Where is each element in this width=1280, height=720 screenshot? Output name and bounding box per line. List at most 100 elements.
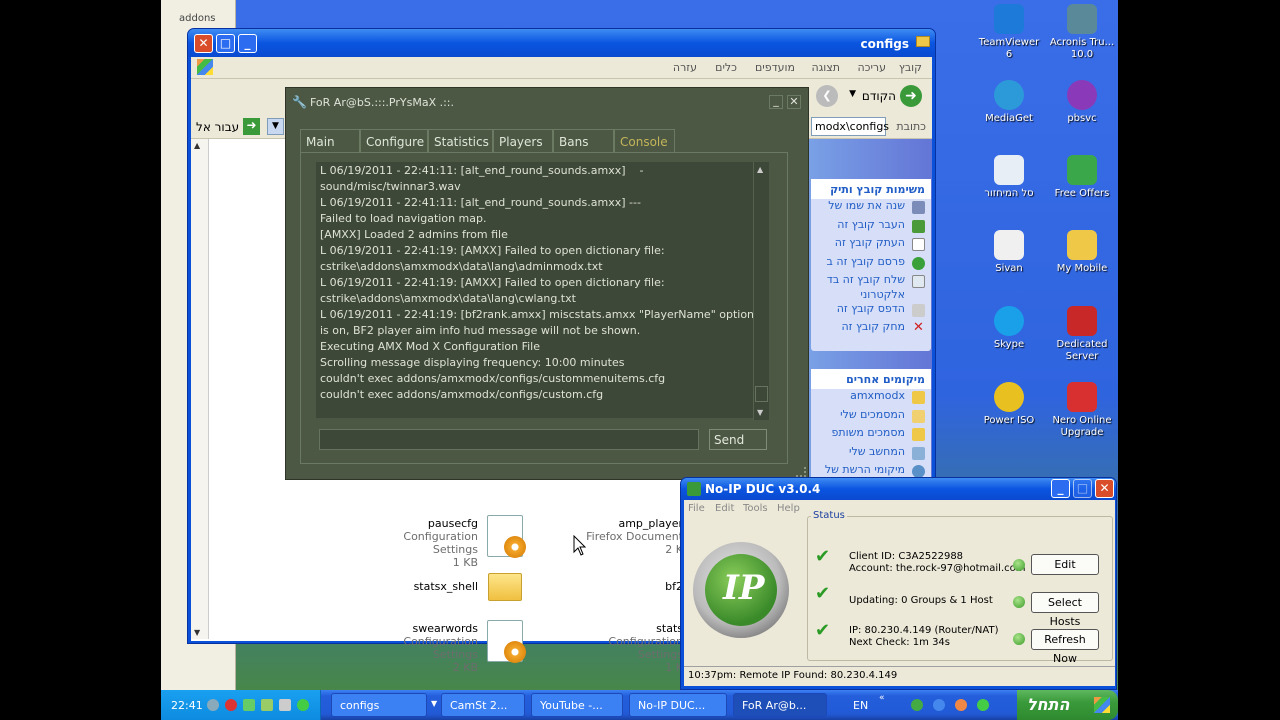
maximize-icon[interactable]: □ bbox=[216, 34, 235, 53]
task-print[interactable]: הדפס קובץ זה bbox=[811, 302, 931, 321]
file-amp-player[interactable]: amp_player Firefox Document 2 K bbox=[576, 517, 683, 556]
select-hosts-button[interactable]: Select Hosts bbox=[1031, 592, 1099, 628]
send-button[interactable]: Send bbox=[709, 429, 767, 450]
refresh-now-button[interactable]: Refresh Now bbox=[1031, 629, 1099, 665]
desktop-icon-sivan[interactable]: Sivan bbox=[975, 230, 1043, 275]
task-email-line2[interactable]: אלקטרוני bbox=[811, 288, 931, 302]
go-arrow-icon[interactable]: ➜ bbox=[243, 118, 260, 135]
desktop-icon-acronis[interactable]: Acronis Tru... 10.0 bbox=[1048, 4, 1116, 61]
back-button[interactable]: הקודם bbox=[862, 89, 896, 103]
taskbar-button-noip[interactable]: No-IP DUC... bbox=[629, 693, 727, 717]
firefox-icon[interactable] bbox=[955, 699, 967, 711]
menu-help[interactable]: עזרה bbox=[673, 61, 697, 74]
desktop-icon-teamviewer[interactable]: TeamViewer 6 bbox=[975, 4, 1043, 61]
tray-icon[interactable] bbox=[207, 699, 219, 711]
clock[interactable]: 22:41 bbox=[171, 699, 203, 712]
menu-view[interactable]: תצוגה bbox=[812, 61, 840, 74]
taskbar-button-console[interactable]: FoR Ar@b... bbox=[733, 693, 827, 717]
console-titlebar[interactable]: 🔧 FoR Ar@bS.:::.PrYsMaX .::. _ ✕ bbox=[286, 88, 808, 116]
tab-players[interactable]: Players bbox=[493, 129, 553, 153]
resize-grip-icon[interactable] bbox=[796, 467, 806, 477]
task-rename[interactable]: שנה את שמו של bbox=[811, 199, 931, 218]
vertical-scrollbar[interactable]: ▲ ▼ bbox=[191, 139, 209, 639]
other-places-heading[interactable]: מיקומים אחרים bbox=[811, 369, 931, 389]
back-arrow-icon[interactable]: ➜ bbox=[900, 85, 922, 107]
close-icon[interactable]: ✕ bbox=[787, 95, 801, 109]
menu-favorites[interactable]: מועדפים bbox=[755, 61, 795, 74]
tray-icon[interactable] bbox=[225, 699, 237, 711]
file-swearwords[interactable]: swearwords Configuration Settings 2 KB bbox=[371, 622, 478, 674]
explorer-titlebar[interactable]: ✕ □ _ configs bbox=[188, 29, 935, 57]
quicklaunch-icon[interactable] bbox=[977, 699, 989, 711]
taskbar-button-camstudio[interactable]: CamSt 2... bbox=[441, 693, 525, 717]
chevron-down-icon[interactable]: ▼ bbox=[267, 118, 284, 135]
menu-file[interactable]: File bbox=[688, 503, 705, 514]
desktop-icon-power-iso[interactable]: Power ISO bbox=[975, 382, 1043, 427]
menu-tools[interactable]: כלים bbox=[715, 61, 737, 74]
tray-icon[interactable] bbox=[297, 699, 309, 711]
tray-icon[interactable] bbox=[261, 699, 273, 711]
tray-icon[interactable] bbox=[243, 699, 255, 711]
go-button-label[interactable]: עבור אל bbox=[196, 120, 239, 134]
minimize-icon[interactable]: _ bbox=[238, 34, 257, 53]
desktop-icon-pbsvc[interactable]: pbsvc bbox=[1048, 80, 1116, 125]
minimize-icon[interactable]: _ bbox=[769, 95, 783, 109]
menu-edit[interactable]: Edit bbox=[715, 503, 734, 514]
file-tasks-heading[interactable]: משימות קובץ ותיק bbox=[811, 179, 931, 199]
config-file-icon[interactable] bbox=[487, 620, 526, 663]
console-command-input[interactable] bbox=[319, 429, 699, 450]
desktop-icon-nero[interactable]: Nero Online Upgrade bbox=[1048, 382, 1116, 439]
file-pausecfg[interactable]: pausecfg Configuration Settings 1 KB bbox=[371, 517, 478, 569]
desktop-icon-skype[interactable]: Skype bbox=[975, 306, 1043, 351]
tab-statistics[interactable]: Statistics bbox=[428, 129, 493, 153]
scroll-up-icon[interactable]: ▲ bbox=[757, 165, 763, 174]
place-my-documents[interactable]: המסמכים שלי bbox=[811, 408, 931, 427]
place-my-computer[interactable]: המחשב שלי bbox=[811, 445, 931, 464]
close-icon[interactable]: ✕ bbox=[1095, 479, 1114, 498]
folder-statsx-shell[interactable]: statsx_shell bbox=[391, 580, 478, 593]
task-delete[interactable]: מחק קובץ זה ✕ bbox=[811, 320, 931, 339]
noip-titlebar[interactable]: No-IP DUC v3.0.4 _ □ ✕ bbox=[681, 478, 1116, 500]
menu-tools[interactable]: Tools bbox=[743, 503, 768, 514]
scroll-up-icon[interactable]: ▲ bbox=[194, 141, 200, 150]
chevron-up-icon[interactable]: « bbox=[879, 693, 885, 703]
task-copy[interactable]: העתק קובץ זה bbox=[811, 236, 931, 255]
scroll-thumb[interactable] bbox=[755, 386, 768, 402]
chevron-down-icon[interactable]: ▼ bbox=[431, 699, 437, 708]
task-publish[interactable]: פרסם קובץ זה ב bbox=[811, 255, 931, 274]
folder-icon[interactable] bbox=[488, 573, 522, 601]
tab-bans[interactable]: Bans bbox=[553, 129, 614, 153]
taskbar-button-youtube[interactable]: YouTube -... bbox=[531, 693, 623, 717]
menu-help[interactable]: Help bbox=[777, 503, 800, 514]
desktop-icon-dedicated-server[interactable]: Dedicated Server bbox=[1048, 306, 1116, 363]
desktop-icon-mediaget[interactable]: MediaGet bbox=[975, 80, 1043, 125]
tray-icon[interactable] bbox=[279, 699, 291, 711]
language-indicator[interactable]: EN bbox=[853, 699, 868, 712]
console-scrollbar[interactable]: ▲ ▼ bbox=[753, 162, 769, 420]
config-file-icon[interactable] bbox=[487, 515, 526, 558]
forward-arrow-icon[interactable]: ❮ bbox=[816, 85, 838, 107]
edit-button[interactable]: Edit bbox=[1031, 554, 1099, 575]
taskbar-button-configs[interactable]: configs bbox=[331, 693, 427, 717]
address-input[interactable]: modx\configs bbox=[811, 117, 889, 136]
chevron-down-icon[interactable]: ▼ bbox=[849, 89, 856, 99]
task-move[interactable]: העבר קובץ זה bbox=[811, 218, 931, 237]
minimize-icon[interactable]: _ bbox=[1051, 479, 1070, 498]
quicklaunch-icon[interactable] bbox=[911, 699, 923, 711]
place-shared-documents[interactable]: מסמכים משותפ bbox=[811, 426, 931, 445]
scroll-down-icon[interactable]: ▼ bbox=[757, 408, 763, 417]
place-amxmodx[interactable]: amxmodx bbox=[811, 389, 931, 408]
tab-main[interactable]: Main bbox=[300, 129, 360, 153]
file-stats[interactable]: stats Configuration Settings 1 K bbox=[576, 622, 683, 674]
desktop-icon-recycle-bin[interactable]: סל המיחזור bbox=[975, 155, 1043, 200]
menu-file[interactable]: קובץ bbox=[899, 61, 922, 74]
desktop-icon-my-mobile[interactable]: My Mobile bbox=[1048, 230, 1116, 275]
close-icon[interactable]: ✕ bbox=[194, 34, 213, 53]
menu-edit[interactable]: עריכה bbox=[857, 61, 886, 74]
desktop-icon-free-offers[interactable]: Free Offers bbox=[1048, 155, 1116, 200]
ie-icon[interactable] bbox=[933, 699, 945, 711]
tab-configure[interactable]: Configure bbox=[360, 129, 428, 153]
file-bf2[interactable]: bf2 bbox=[631, 580, 683, 593]
tab-console[interactable]: Console bbox=[614, 129, 675, 153]
scroll-down-icon[interactable]: ▼ bbox=[194, 628, 200, 637]
